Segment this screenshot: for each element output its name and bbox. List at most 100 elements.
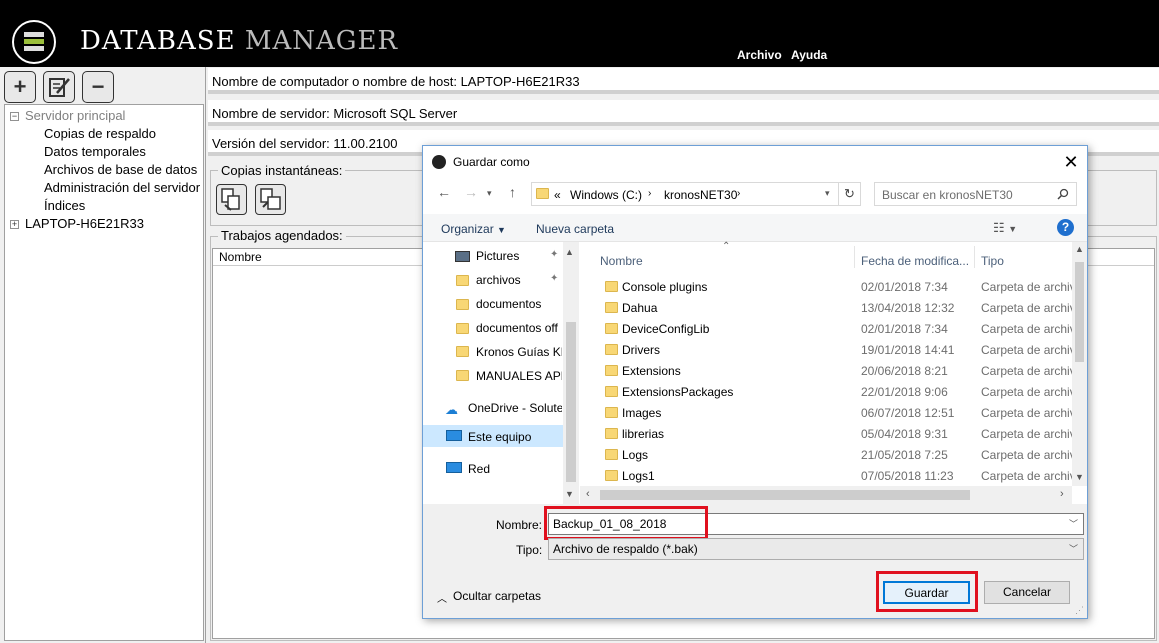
folder-icon — [605, 386, 618, 397]
new-folder-button[interactable]: Nueva carpeta — [536, 222, 614, 236]
organize-label: Organizar — [441, 222, 494, 236]
menu-ayuda[interactable]: Ayuda — [791, 48, 827, 62]
chevron-down-icon[interactable]: ﹀ — [1069, 542, 1078, 555]
network-icon — [446, 462, 462, 473]
refresh-icon[interactable]: ↻ — [838, 183, 860, 205]
organize-button[interactable]: Organizar ▼ — [441, 222, 506, 236]
search-icon[interactable] — [1057, 188, 1069, 200]
address-bar[interactable]: « Windows (C:) › kronosNET30 › ▾ ↻ — [531, 182, 861, 206]
file-type: Carpeta de archiv — [981, 427, 1072, 441]
address-segment-drive[interactable]: Windows (C:) — [570, 188, 642, 202]
file-row[interactable]: Logs 21/05/2018 7:25 Carpeta de archiv — [580, 444, 1072, 465]
tree-item-indices[interactable]: Índices — [44, 198, 85, 213]
scroll-up-icon[interactable]: ▲ — [1075, 244, 1084, 254]
chevron-right-icon: › — [648, 188, 652, 199]
scroll-thumb[interactable] — [566, 322, 576, 482]
chevron-up-icon[interactable]: ︿ — [437, 590, 447, 605]
file-row[interactable]: librerias 05/04/2018 9:31 Carpeta de archi… — [580, 423, 1072, 444]
file-row[interactable]: Console plugins 02/01/2018 7:34 Carpeta de… — [580, 276, 1072, 297]
nav-item-documentos-off[interactable]: documentos off — [476, 321, 562, 335]
scroll-down-icon[interactable]: ▼ — [565, 489, 574, 499]
snapshot-create-button[interactable] — [216, 184, 247, 215]
tree-item-administracion[interactable]: Administración del servidor — [44, 180, 200, 195]
file-name: Dahua — [622, 301, 658, 315]
nav-scrollbar[interactable]: ▲ ▼ — [563, 242, 579, 504]
file-date: 20/06/2018 8:21 — [861, 364, 948, 378]
col-name[interactable]: Nombre — [600, 254, 643, 268]
col-date[interactable]: Fecha de modifica... — [861, 254, 969, 268]
view-options-icon[interactable]: ☷ ▼ — [993, 220, 1017, 236]
nav-item-archivos[interactable]: archivos — [476, 273, 521, 287]
scroll-left-icon[interactable]: ‹ — [586, 488, 590, 500]
file-type: Carpeta de archiv — [981, 301, 1072, 315]
chevron-down-icon[interactable]: ﹀ — [1069, 517, 1078, 530]
scroll-thumb[interactable] — [600, 490, 970, 500]
folder-icon — [456, 323, 469, 334]
file-name: Logs1 — [622, 469, 655, 483]
back-arrow-icon[interactable]: ← — [437, 184, 451, 200]
address-dropdown-icon[interactable]: ▾ — [825, 188, 830, 199]
tree-item-datos-temporales[interactable]: Datos temporales — [44, 144, 146, 159]
hide-folders-button[interactable]: Ocultar carpetas — [453, 589, 541, 603]
dialog-app-icon — [432, 155, 446, 169]
col-divider[interactable] — [854, 246, 855, 268]
nav-item-pictures[interactable]: Pictures — [476, 249, 519, 263]
scroll-thumb[interactable] — [1075, 262, 1084, 362]
file-row[interactable]: Dahua 13/04/2018 12:32 Carpeta de archiv — [580, 297, 1072, 318]
file-type: Carpeta de archiv — [981, 469, 1072, 483]
remove-button[interactable]: − — [82, 71, 114, 103]
pin-icon: ✦ — [550, 273, 559, 284]
scroll-up-icon[interactable]: ▲ — [565, 247, 574, 257]
menu-archivo[interactable]: Archivo — [737, 48, 782, 62]
filetype-select[interactable]: Archivo de respaldo (*.bak) ﹀ — [548, 538, 1084, 560]
snapshot-restore-button[interactable] — [255, 184, 286, 215]
navigation-pane: Pictures ✦ archivos ✦ documentos documen… — [423, 242, 579, 504]
file-row[interactable]: Logs1 07/05/2018 11:23 Carpeta de archiv — [580, 465, 1072, 486]
search-box[interactable]: Buscar en kronosNET30 — [874, 182, 1077, 206]
file-row[interactable]: Extensions 20/06/2018 8:21 Carpeta de arch… — [580, 360, 1072, 381]
file-row[interactable]: Images 06/07/2018 12:51 Carpeta de archiv — [580, 402, 1072, 423]
tree-item-host[interactable]: LAPTOP-H6E21R33 — [25, 216, 144, 231]
app-title: DATABASE MANAGER — [80, 26, 398, 56]
search-placeholder: Buscar en kronosNET30 — [882, 188, 1013, 202]
tree-item-copias-respaldo[interactable]: Copias de respaldo — [44, 126, 156, 141]
scroll-right-icon[interactable]: › — [1060, 488, 1064, 500]
file-type: Carpeta de archiv — [981, 322, 1072, 336]
nav-item-kronos-guias[interactable]: Kronos Guías KN — [476, 345, 562, 359]
snapshots-label: Copias instantáneas: — [218, 163, 346, 178]
file-row[interactable]: ExtensionsPackages 22/01/2018 9:06 Carpeta… — [580, 381, 1072, 402]
collapse-toggle[interactable]: − — [10, 112, 19, 121]
file-name: Drivers — [622, 343, 660, 357]
edit-icon — [49, 78, 70, 97]
up-arrow-icon[interactable]: ↑ — [509, 184, 516, 200]
close-button[interactable]: ✕ — [1059, 150, 1083, 174]
file-vscrollbar[interactable]: ▲ ▼ — [1072, 242, 1087, 486]
app-title-part2: MANAGER — [244, 26, 399, 56]
file-rows: Console plugins 02/01/2018 7:34 Carpeta de… — [580, 276, 1072, 486]
address-segment-folder[interactable]: kronosNET30 — [664, 188, 737, 202]
file-type: Carpeta de archiv — [981, 343, 1072, 357]
help-icon[interactable]: ? — [1057, 219, 1074, 236]
recent-chevron-icon[interactable]: ▾ — [487, 188, 492, 199]
col-divider[interactable] — [974, 246, 975, 268]
command-bar: Organizar ▼ Nueva carpeta ☷ ▼ ? — [423, 214, 1087, 242]
col-type[interactable]: Tipo — [981, 254, 1004, 268]
nav-item-manuales-app[interactable]: MANUALES APP — [476, 369, 562, 383]
nav-item-onedrive[interactable]: OneDrive - Solute — [468, 401, 562, 415]
nav-item-documentos[interactable]: documentos — [476, 297, 541, 311]
forward-arrow-icon[interactable]: → — [464, 184, 478, 200]
nav-item-red[interactable]: Red — [468, 462, 490, 476]
tree-item-archivos-bd[interactable]: Archivos de base de datos — [44, 162, 197, 177]
scroll-down-icon[interactable]: ▼ — [1075, 472, 1084, 482]
resize-grip-icon[interactable]: ⋰ — [1075, 605, 1084, 616]
tree-root[interactable]: Servidor principal — [25, 108, 125, 123]
nav-item-este-equipo[interactable]: Este equipo — [468, 430, 531, 444]
add-button[interactable]: + — [4, 71, 36, 103]
file-row[interactable]: Drivers 19/01/2018 14:41 Carpeta de archiv — [580, 339, 1072, 360]
edit-button[interactable] — [43, 71, 75, 103]
cancel-button[interactable]: Cancelar — [984, 581, 1070, 604]
file-row[interactable]: DeviceConfigLib 02/01/2018 7:34 Carpeta de… — [580, 318, 1072, 339]
expand-toggle[interactable]: + — [10, 220, 19, 229]
file-date: 02/01/2018 7:34 — [861, 322, 948, 336]
file-hscrollbar[interactable]: ‹ › — [580, 486, 1072, 504]
